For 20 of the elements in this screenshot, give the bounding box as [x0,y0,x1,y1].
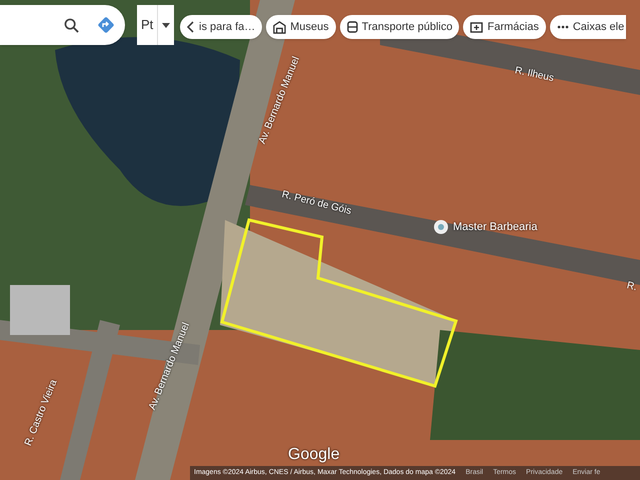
layers-button[interactable]: Pt [137,5,174,45]
building-icon [273,20,286,34]
street-label: R. [625,279,639,296]
place-pin-icon[interactable] [433,219,449,236]
bus-icon [346,20,358,34]
search-field[interactable] [0,5,125,45]
category-chip[interactable]: Transporte público [340,15,460,39]
category-chip[interactable]: Caixas ele [550,15,626,39]
street-label: R. Peró de Góis [280,188,353,219]
category-chip[interactable]: is para fa… [180,15,262,39]
caret-icon [162,22,170,28]
dots-icon [556,25,569,29]
category-chip[interactable]: Museus [266,15,336,39]
street-label: R. Ilheus [513,64,556,86]
street-label: R. Castro Vieira [22,377,60,448]
place-label[interactable]: Master Barbearia [453,219,538,236]
medical-case-icon [470,21,484,33]
search-icon[interactable] [64,18,79,32]
google-logo: Google [288,445,340,465]
category-chip[interactable]: Farmácias [463,15,546,39]
